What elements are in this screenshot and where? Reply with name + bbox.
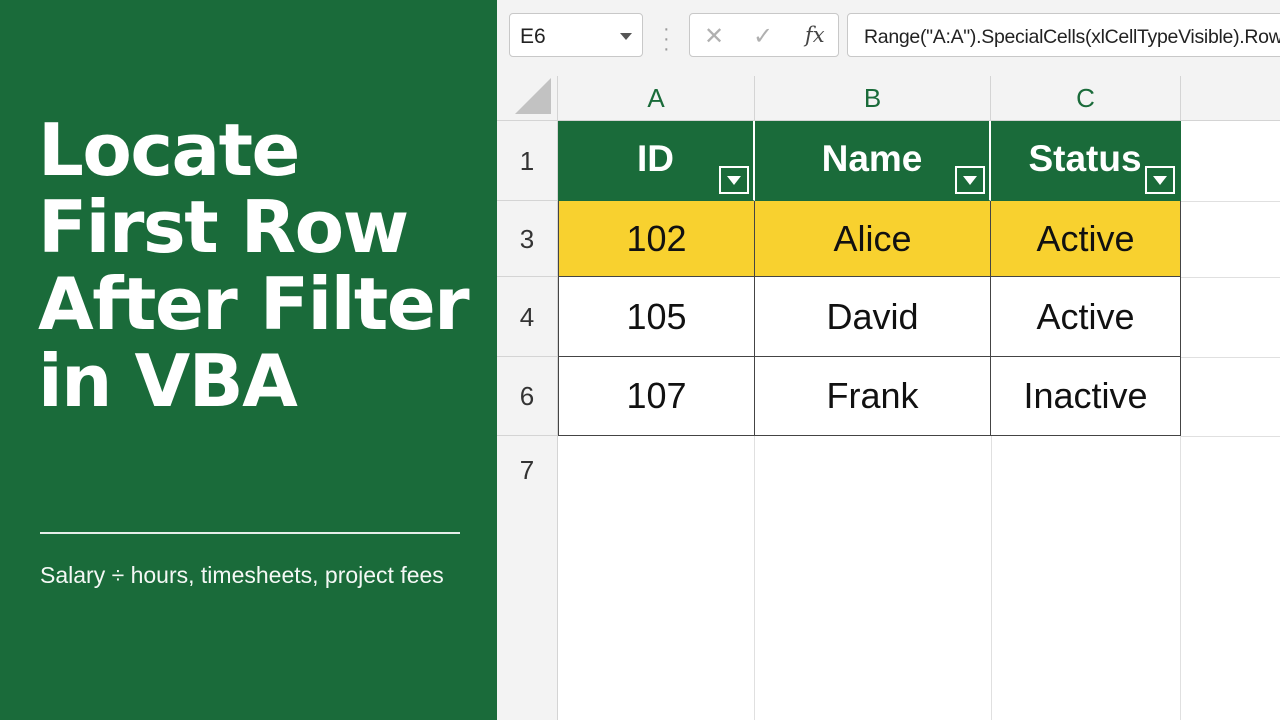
row-header-1[interactable]: 1 bbox=[497, 121, 558, 201]
title-line: First Row bbox=[38, 185, 409, 269]
check-icon[interactable]: ✓ bbox=[753, 22, 773, 51]
column-header-a[interactable]: A bbox=[558, 76, 755, 120]
formula-input[interactable]: Range("A:A").SpecialCells(xlCellTypeVisi… bbox=[847, 13, 1280, 57]
select-all-button[interactable] bbox=[497, 76, 558, 120]
formula-buttons: ✕ ✓ fx bbox=[689, 13, 839, 57]
table-cell[interactable]: David bbox=[755, 277, 991, 357]
gridline bbox=[1181, 277, 1280, 278]
gridline bbox=[991, 436, 992, 720]
gridline bbox=[1181, 436, 1280, 437]
select-all-icon bbox=[515, 78, 551, 114]
column-header-b[interactable]: B bbox=[755, 76, 991, 120]
name-box-value: E6 bbox=[520, 25, 546, 48]
table-cell[interactable]: Active bbox=[991, 277, 1181, 357]
filter-dropdown-icon[interactable] bbox=[1145, 166, 1175, 194]
formula-bar: E6 · · · ✕ ✓ fx Range("A:A").SpecialCells(… bbox=[497, 0, 1280, 76]
formula-text: Range("A:A").SpecialCells(xlCellTypeVisi… bbox=[864, 26, 1280, 48]
table-cell[interactable]: Inactive bbox=[991, 357, 1181, 436]
header-cell-id[interactable]: ID bbox=[558, 121, 755, 201]
row-header-4[interactable]: 4 bbox=[497, 277, 558, 357]
filter-dropdown-icon[interactable] bbox=[955, 166, 985, 194]
gridline bbox=[1181, 201, 1280, 202]
chevron-down-icon[interactable] bbox=[620, 33, 632, 40]
name-box[interactable]: E6 bbox=[509, 13, 643, 57]
table-cell[interactable]: Active bbox=[991, 201, 1181, 277]
title-line: in VBA bbox=[38, 339, 298, 423]
subtitle: Salary ÷ hours, timesheets, project fees bbox=[40, 562, 444, 588]
header-cell-status[interactable]: Status bbox=[991, 121, 1181, 201]
title-line: Locate bbox=[38, 108, 300, 192]
page-title: Locate First Row After Filter in VBA bbox=[38, 108, 470, 423]
title-divider bbox=[40, 532, 460, 534]
table-cell[interactable]: Alice bbox=[755, 201, 991, 277]
cancel-icon[interactable]: ✕ bbox=[704, 22, 724, 51]
gridline bbox=[754, 436, 755, 720]
table-cell[interactable]: 107 bbox=[558, 357, 755, 436]
filter-dropdown-icon[interactable] bbox=[719, 166, 749, 194]
header-label: ID bbox=[637, 137, 674, 179]
table-cell[interactable]: 102 bbox=[558, 201, 755, 277]
row-header-6[interactable]: 6 bbox=[497, 357, 558, 436]
spreadsheet: E6 · · · ✕ ✓ fx Range("A:A").SpecialCells(… bbox=[497, 0, 1280, 720]
header-cell-name[interactable]: Name bbox=[755, 121, 991, 201]
header-label: Status bbox=[1028, 137, 1142, 179]
header-label: Name bbox=[821, 137, 923, 179]
row-header-7[interactable]: 7 bbox=[497, 436, 558, 720]
column-header-c[interactable]: C bbox=[991, 76, 1181, 120]
gridline bbox=[1181, 357, 1280, 358]
table-cell[interactable]: 105 bbox=[558, 277, 755, 357]
column-headers: A B C bbox=[497, 76, 1280, 121]
insert-function-icon[interactable]: fx bbox=[805, 23, 825, 47]
more-vertical-icon[interactable]: · · · bbox=[663, 19, 670, 59]
title-line: After Filter bbox=[38, 262, 470, 346]
row-header-3[interactable]: 3 bbox=[497, 201, 558, 277]
table-cell[interactable]: Frank bbox=[755, 357, 991, 436]
title-panel: Locate First Row After Filter in VBA Sal… bbox=[0, 0, 497, 720]
